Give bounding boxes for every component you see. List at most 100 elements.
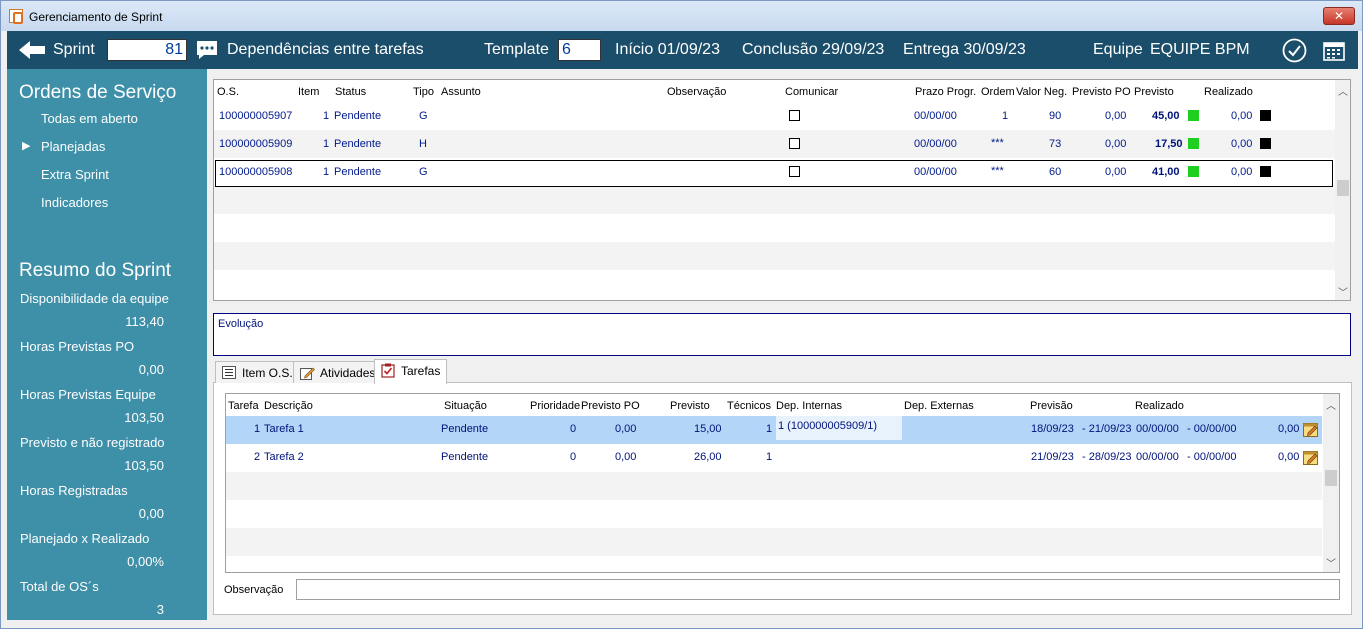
previsto-po-cell: 0,00 [615,451,637,463]
col-header[interactable]: Valor Neg. [1016,86,1067,98]
realizado-fim: - 00/00/00 [1187,423,1237,435]
calendar-icon[interactable] [1323,40,1345,61]
prazo-cell: 00/00/00 [914,138,957,150]
row-stripe [214,242,1335,270]
col-header[interactable]: Previsto [670,400,710,412]
col-header[interactable]: Situação [444,400,487,412]
item-cell: 1 [323,166,330,178]
realizado-cell: 0,00 [1231,138,1253,150]
previsao-fim: - 21/09/23 [1082,423,1132,435]
col-header[interactable]: Realizado [1135,400,1184,412]
summary-value: 0,00 [138,506,164,521]
edit-icon [300,367,315,380]
confirm-check-icon[interactable] [1282,38,1307,63]
item-cell: 1 [323,110,330,122]
scroll-down-icon[interactable]: ﹀ [1335,284,1350,299]
sprint-header: Sprint Dependências entre tarefas Templa… [7,31,1358,69]
col-header[interactable]: Previsto PO [1072,86,1131,98]
col-header[interactable]: Prazo Progr. [915,86,976,98]
col-header[interactable]: Status [335,86,366,98]
back-arrow-icon[interactable] [17,39,47,61]
realizado-ini: 00/00/00 [1136,423,1179,435]
tab-label: Item O.S. [242,366,293,380]
task-grid: Tarefa Descrição Situação Prioridade Pre… [225,393,1340,573]
comunicar-checkbox[interactable] [789,138,800,149]
scroll-up-icon[interactable]: ︿ [1323,397,1339,412]
col-header[interactable]: O.S. [217,86,239,98]
dep-internas-editor[interactable]: 1 (100000005909/1) [776,416,902,440]
scroll-up-icon[interactable]: ︿ [1335,83,1350,98]
prazo-cell: 00/00/00 [914,110,957,122]
col-header[interactable]: Previsto [1134,86,1174,98]
list-icon [222,366,236,379]
tab-tarefas[interactable]: Tarefas [374,359,448,384]
os-grid-scrollbar[interactable]: ︿ ﹀ [1335,80,1350,300]
valor-cell: 73 [1049,138,1062,150]
scroll-down-icon[interactable]: ﹀ [1323,555,1339,570]
comunicar-checkbox[interactable] [789,110,800,121]
previsto-cell: 45,00 [1152,110,1180,122]
col-header[interactable]: Tipo [413,86,434,98]
dependencias-link[interactable]: Dependências entre tarefas [227,41,424,59]
sidebar-item-todas[interactable]: Todas em aberto [41,111,138,126]
clipboard-check-icon [381,363,395,378]
table-row-focused[interactable]: 100000005908 1 Pendente G 00/00/00 *** 6… [215,160,1333,187]
col-header[interactable]: Ordem [981,86,1015,98]
observacao-label: Observação [224,584,284,596]
col-header[interactable]: Assunto [441,86,481,98]
ordens-title: Ordens de Serviço [19,82,177,103]
col-header[interactable]: Previsão [1030,400,1073,412]
col-header[interactable]: Comunicar [785,86,838,98]
status-cell: Pendente [334,138,382,150]
sidebar-item-planejadas[interactable]: Planejadas [41,139,105,154]
col-header[interactable]: Realizado [1204,86,1253,98]
col-header[interactable]: Técnicos [727,400,771,412]
col-header[interactable]: Prioridade [530,400,580,412]
previsao-fim: - 28/09/23 [1082,451,1132,463]
comment-icon[interactable] [195,39,219,61]
row-stripe [214,186,1335,214]
observacao-input[interactable] [296,579,1340,600]
tab-label: Tarefas [401,364,441,378]
prioridade-cell: 0 [570,423,577,435]
col-header[interactable]: Previsto PO [581,400,640,412]
tipo-cell: G [419,166,428,178]
table-row-selected[interactable]: 1 Tarefa 1 Pendente 0 0,00 15,00 1 1 (10… [226,416,1322,444]
realizado-cell: 0,00 [1231,110,1253,122]
resumo-title: Resumo do Sprint [19,260,172,281]
col-header[interactable]: Tarefa [228,400,259,412]
tab-item-os[interactable]: Item O.S. [215,361,300,383]
col-header[interactable]: Dep. Externas [904,400,974,412]
status-black-indicator [1260,138,1271,149]
calendar-edit-icon[interactable] [1303,449,1319,465]
close-button[interactable]: ✕ [1323,7,1355,25]
status-black-indicator [1260,110,1271,121]
previsto-po-cell: 0,00 [1105,138,1127,150]
tab-atividades[interactable]: Atividades [293,361,383,383]
tarefa-desc: Tarefa 2 [264,451,304,463]
col-header[interactable]: Observação [667,86,726,98]
tecnicos-cell: 1 [766,451,773,463]
sprint-number-input[interactable] [107,39,187,61]
previsao-ini: 18/09/23 [1031,423,1074,435]
tipo-cell: H [419,138,427,150]
situacao-cell: Pendente [441,423,489,435]
col-header[interactable]: Descrição [264,400,313,412]
realizado-fim: - 00/00/00 [1187,451,1237,463]
template-input[interactable] [558,39,601,61]
previsto-po-cell: 0,00 [1105,110,1127,122]
equipe-value: EQUIPE BPM [1150,41,1250,58]
sidebar-item-indicadores[interactable]: Indicadores [41,195,108,210]
evolucao-box[interactable]: Evolução [213,313,1351,356]
status-green-indicator [1188,138,1199,149]
situacao-cell: Pendente [441,451,489,463]
col-header[interactable]: Dep. Internas [776,400,842,412]
task-grid-scrollbar[interactable]: ︿ ﹀ [1323,394,1339,572]
scroll-thumb[interactable] [1325,470,1337,486]
status-green-indicator [1188,166,1199,177]
sidebar-item-extra-sprint[interactable]: Extra Sprint [41,167,109,182]
col-header[interactable]: Item [298,86,319,98]
comunicar-checkbox[interactable] [789,166,800,177]
scroll-thumb[interactable] [1337,180,1349,196]
calendar-edit-icon[interactable] [1303,421,1319,437]
